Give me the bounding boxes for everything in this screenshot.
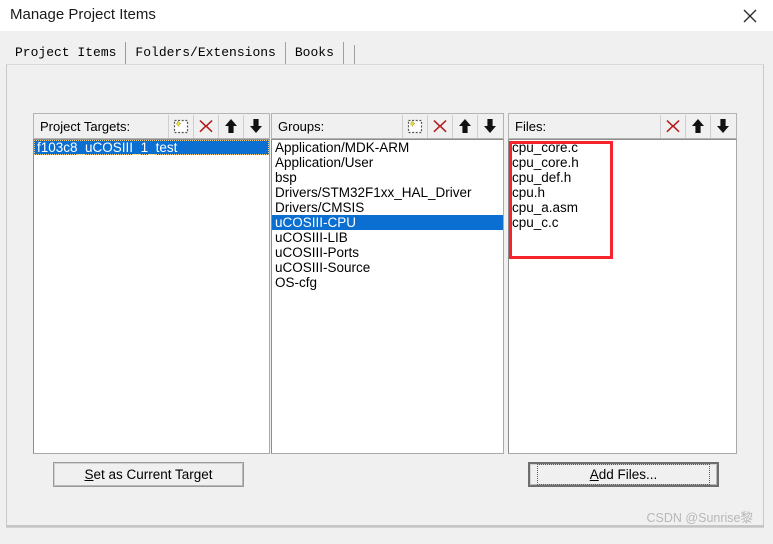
delete-file-button[interactable]	[660, 115, 685, 138]
files-header: Files:	[508, 113, 737, 139]
list-item[interactable]: cpu_core.c	[509, 140, 736, 155]
new-item-icon	[407, 118, 424, 135]
list-item[interactable]: Application/User	[272, 155, 503, 170]
list-item[interactable]: uCOSIII-CPU	[272, 215, 503, 230]
arrow-down-icon	[716, 118, 730, 134]
groups-header: Groups:	[271, 113, 504, 139]
delete-target-button[interactable]	[193, 115, 218, 138]
new-group-button[interactable]	[402, 115, 427, 138]
groups-listbox[interactable]: Application/MDK-ARM Application/User bsp…	[271, 139, 504, 454]
groups-column: Groups:	[271, 113, 504, 454]
files-column: Files:	[508, 113, 737, 454]
list-item[interactable]: f103c8_uCOSIII_1_test	[34, 140, 269, 155]
add-files-button[interactable]: Add Files...	[528, 462, 719, 487]
new-item-icon	[173, 118, 190, 135]
label-rest: dd Files...	[599, 467, 658, 482]
move-file-up-button[interactable]	[685, 115, 710, 138]
groups-label: Groups:	[272, 119, 324, 134]
files-label: Files:	[509, 119, 546, 134]
groups-toolbar[interactable]	[402, 114, 502, 138]
arrow-up-icon	[224, 118, 238, 134]
move-group-up-button[interactable]	[452, 115, 477, 138]
list-item[interactable]: Drivers/STM32F1xx_HAL_Driver	[272, 185, 503, 200]
panel-bottom-shadow	[6, 526, 764, 528]
watermark-text: CSDN @Sunrise黎	[647, 507, 753, 526]
project-targets-header: Project Targets:	[33, 113, 270, 139]
tab-strip-endcap	[354, 45, 355, 64]
label-rest: et as Current Target	[93, 467, 212, 482]
move-file-down-button[interactable]	[710, 115, 735, 138]
mnemonic-letter: A	[590, 467, 599, 482]
add-files-label: Add Files...	[537, 464, 711, 485]
tab-strip[interactable]: Project Items Folders/Extensions Books	[6, 42, 355, 64]
list-item[interactable]: OS-cfg	[272, 275, 503, 290]
list-item[interactable]: uCOSIII-Ports	[272, 245, 503, 260]
delete-x-icon	[665, 118, 681, 134]
files-toolbar[interactable]	[660, 114, 735, 138]
project-targets-listbox[interactable]: f103c8_uCOSIII_1_test	[33, 139, 270, 454]
list-item[interactable]: uCOSIII-LIB	[272, 230, 503, 245]
window-title: Manage Project Items	[10, 6, 156, 23]
files-listbox[interactable]: cpu_core.c cpu_core.h cpu_def.h cpu.h cp…	[508, 139, 737, 454]
arrow-down-icon	[249, 118, 263, 134]
list-item[interactable]: Drivers/CMSIS	[272, 200, 503, 215]
delete-x-icon	[198, 118, 214, 134]
close-icon	[743, 9, 757, 23]
list-item[interactable]: cpu_a.asm	[509, 200, 736, 215]
project-targets-column: Project Targets:	[33, 113, 270, 454]
set-as-current-target-button[interactable]: Set as Current Target	[53, 462, 244, 487]
set-as-current-target-label: Set as Current Target	[84, 467, 212, 482]
delete-x-icon	[432, 118, 448, 134]
close-button[interactable]	[727, 0, 773, 31]
move-target-down-button[interactable]	[243, 115, 268, 138]
arrow-up-icon	[458, 118, 472, 134]
arrow-up-icon	[691, 118, 705, 134]
delete-group-button[interactable]	[427, 115, 452, 138]
move-group-down-button[interactable]	[477, 115, 502, 138]
new-target-button[interactable]	[168, 115, 193, 138]
project-targets-label: Project Targets:	[34, 119, 130, 134]
arrow-down-icon	[483, 118, 497, 134]
list-item[interactable]: cpu_core.h	[509, 155, 736, 170]
list-item[interactable]: cpu_def.h	[509, 170, 736, 185]
move-target-up-button[interactable]	[218, 115, 243, 138]
list-item[interactable]: uCOSIII-Source	[272, 260, 503, 275]
list-item[interactable]: Application/MDK-ARM	[272, 140, 503, 155]
project-targets-toolbar[interactable]	[168, 114, 268, 138]
list-item[interactable]: cpu_c.c	[509, 215, 736, 230]
window-title-bar: Manage Project Items	[0, 0, 773, 31]
list-item[interactable]: cpu.h	[509, 185, 736, 200]
tab-project-items[interactable]: Project Items	[6, 42, 126, 64]
list-item[interactable]: bsp	[272, 170, 503, 185]
tab-books[interactable]: Books	[286, 42, 344, 64]
tab-folders-extensions[interactable]: Folders/Extensions	[126, 42, 285, 64]
